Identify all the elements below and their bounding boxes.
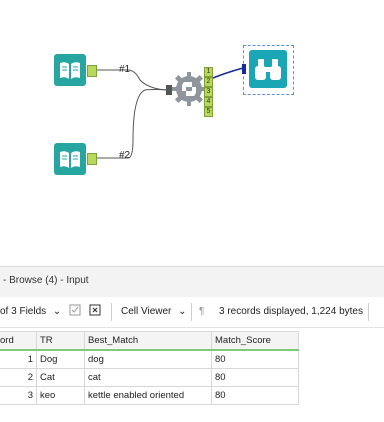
- output-anchor-3[interactable]: 3: [204, 87, 213, 97]
- checkbox-icon[interactable]: [69, 304, 81, 319]
- toolbar-divider: [111, 303, 112, 321]
- cell-tr[interactable]: keo: [36, 386, 85, 405]
- column-header-best-match[interactable]: Best_Match: [84, 331, 212, 351]
- record-number: 3: [0, 386, 37, 405]
- cell-viewer-label: Cell Viewer: [121, 306, 172, 317]
- connection-label-2: #2: [119, 150, 131, 161]
- book-icon: [54, 54, 86, 86]
- cell-tr[interactable]: Dog: [36, 349, 85, 369]
- record-number: 1: [0, 349, 37, 369]
- input-data-tool-1[interactable]: [54, 54, 86, 86]
- deselect-icon[interactable]: [89, 304, 101, 319]
- records-status: 3 records displayed, 1,224 bytes: [219, 306, 363, 317]
- table-row[interactable]: 1 Dog dog 80: [0, 349, 299, 369]
- cell-match-score[interactable]: 80: [211, 349, 299, 369]
- table-row[interactable]: 2 Cat cat 80: [0, 368, 299, 387]
- table-header-row: ord TR Best_Match Match_Score: [0, 331, 299, 351]
- chevron-down-icon: ⌄: [178, 306, 187, 317]
- binoculars-icon: [249, 50, 287, 88]
- cell-viewer-dropdown[interactable]: Cell Viewer ⌄: [121, 306, 187, 317]
- output-anchor[interactable]: [87, 153, 97, 165]
- toolbar-divider: [191, 303, 192, 321]
- connection-lines: [95, 67, 244, 159]
- fields-selector[interactable]: of 3 Fields ⌄: [0, 306, 61, 317]
- cell-tr[interactable]: Cat: [36, 368, 85, 387]
- input-data-tool-2[interactable]: [54, 143, 86, 175]
- pilcrow-icon[interactable]: ¶: [199, 306, 204, 317]
- cell-best-match[interactable]: kettle enabled oriented: [84, 386, 212, 405]
- input-anchor[interactable]: [242, 64, 246, 74]
- panel-title: - Browse (4) - Input: [3, 275, 89, 286]
- output-anchor-4[interactable]: 4: [204, 97, 213, 107]
- column-header-tr[interactable]: TR: [36, 331, 85, 351]
- browse-tool[interactable]: [249, 50, 287, 88]
- results-panel-header: - Browse (4) - Input: [0, 266, 384, 298]
- record-number: 2: [0, 368, 37, 387]
- output-anchor[interactable]: [87, 65, 97, 77]
- cell-best-match[interactable]: cat: [84, 368, 212, 387]
- output-anchors-group[interactable]: 1 2 3 4 5: [204, 67, 213, 117]
- column-header-match-score[interactable]: Match_Score: [211, 331, 299, 351]
- book-icon: [54, 143, 86, 175]
- table-row[interactable]: 3 keo kettle enabled oriented 80: [0, 386, 299, 405]
- toolbar-divider: [368, 303, 369, 321]
- python-tool[interactable]: [172, 72, 206, 106]
- chevron-down-icon: ⌄: [52, 306, 62, 317]
- cell-match-score[interactable]: 80: [211, 368, 299, 387]
- output-anchor-2[interactable]: 2: [204, 77, 213, 87]
- output-anchor-5[interactable]: 5: [204, 107, 213, 117]
- results-grid: ord TR Best_Match Match_Score 1 Dog dog …: [0, 331, 299, 405]
- workflow-canvas[interactable]: #1 #2 1 2 3 4 5: [0, 0, 384, 265]
- fields-label: of 3 Fields: [0, 306, 47, 317]
- cell-best-match[interactable]: dog: [84, 349, 212, 369]
- connection-label-1: #1: [119, 64, 131, 75]
- results-toolbar: of 3 Fields ⌄ Cell Viewer ⌄ ¶ 3 records …: [0, 297, 384, 328]
- output-anchor-1[interactable]: 1: [204, 67, 213, 77]
- python-gear-icon: [172, 72, 206, 106]
- browse-tool-selection[interactable]: [242, 45, 294, 95]
- cell-match-score[interactable]: 80: [211, 386, 299, 405]
- column-header-record[interactable]: ord: [0, 331, 37, 351]
